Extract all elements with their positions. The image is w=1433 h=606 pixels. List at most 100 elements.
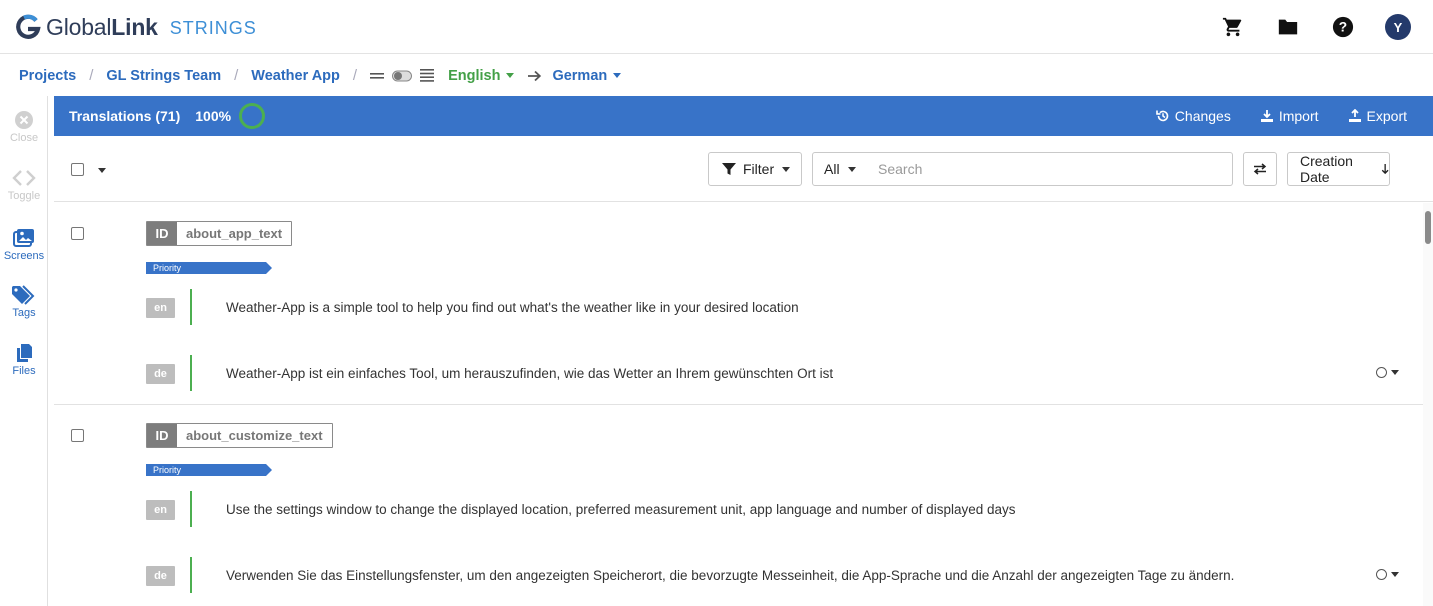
list-lines-icon: [420, 69, 435, 82]
string-id-tag: ID about_app_text: [146, 221, 293, 246]
sidebar-item-toggle[interactable]: Toggle: [0, 168, 48, 202]
breadcrumb-separator: /: [89, 67, 94, 84]
sidebar-item-label: Screens: [3, 250, 45, 262]
scrollbar-track[interactable]: [1423, 203, 1433, 606]
bulk-actions-dropdown[interactable]: [98, 168, 106, 173]
translations-count: Translations (71): [69, 108, 181, 124]
files-icon: [17, 344, 32, 362]
cart-button[interactable]: [1220, 14, 1246, 40]
sidebar-item-tags[interactable]: Tags: [0, 285, 48, 319]
export-button[interactable]: Export: [1348, 108, 1407, 124]
chevron-down-icon: [506, 73, 515, 78]
source-segment-marker: [190, 491, 192, 527]
logo-text-link: Link: [111, 13, 158, 40]
priority-tag[interactable]: Priority: [146, 464, 272, 476]
logo-text: GlobalLink: [46, 14, 158, 41]
help-icon: ?: [1332, 16, 1354, 38]
header-actions: ? Y: [1191, 14, 1411, 40]
status-circle-icon: [1376, 367, 1387, 378]
chevron-down-icon: [1391, 370, 1399, 375]
source-text: Weather-App is a simple tool to help you…: [226, 300, 799, 315]
history-icon: [1155, 110, 1169, 122]
breadcrumb-separator: /: [234, 67, 239, 84]
select-all-checkbox[interactable]: [71, 163, 84, 176]
progress-percentage: 100%: [195, 108, 232, 124]
target-language-label: German: [552, 67, 608, 84]
row-checkbox[interactable]: [71, 227, 84, 240]
sort-label: Creation Date: [1300, 153, 1353, 185]
breadcrumb-projects[interactable]: Projects: [19, 68, 76, 84]
view-mode-switch[interactable]: [392, 70, 413, 82]
target-segment-marker: [190, 557, 192, 593]
changes-button[interactable]: Changes: [1155, 108, 1231, 124]
folder-button[interactable]: [1275, 14, 1301, 40]
priority-tag[interactable]: Priority: [146, 262, 272, 274]
top-header: GlobalLink STRINGS ? Y: [0, 0, 1433, 54]
chevron-down-icon: [847, 166, 856, 172]
target-text[interactable]: Weather-App ist ein einfaches Tool, um h…: [226, 366, 833, 381]
logo-subtitle: STRINGS: [169, 18, 257, 38]
status-dropdown[interactable]: [1376, 367, 1399, 378]
toggle-switch-icon: [392, 70, 413, 81]
export-label: Export: [1366, 108, 1407, 124]
chevron-down-icon: [1391, 572, 1399, 577]
search-input[interactable]: [866, 152, 1233, 186]
sidebar-item-label: Tags: [12, 307, 36, 319]
close-circle-icon: [15, 111, 33, 129]
row-checkbox[interactable]: [71, 429, 84, 442]
user-avatar[interactable]: Y: [1385, 14, 1411, 40]
target-lang-badge: de: [146, 364, 175, 384]
string-id-tag: ID about_customize_text: [146, 423, 333, 448]
scope-dropdown[interactable]: All: [812, 152, 867, 186]
expanded-view-toggle[interactable]: [420, 69, 435, 82]
sidebar-item-label: Files: [12, 365, 36, 377]
sidebar-item-close[interactable]: Close: [0, 110, 48, 144]
string-id: about_app_text: [177, 222, 292, 245]
string-row: ID about_app_text Priority en Weather-Ap…: [54, 203, 1423, 405]
filter-icon: [722, 163, 736, 175]
source-language-dropdown[interactable]: English: [448, 68, 515, 84]
progress-ring-icon: [239, 103, 266, 129]
sidebar-item-screens[interactable]: Screens: [0, 228, 48, 262]
filter-button[interactable]: Filter: [708, 152, 802, 186]
breadcrumb-separator: /: [352, 67, 358, 84]
swap-arrows-icon: [1253, 163, 1267, 175]
import-button[interactable]: Import: [1260, 108, 1319, 124]
compact-view-toggle[interactable]: [370, 71, 385, 81]
target-lang-badge: de: [146, 566, 175, 586]
sidebar-item-label: Close: [9, 132, 39, 144]
string-id: about_customize_text: [177, 424, 332, 447]
folder-icon: [1278, 19, 1298, 35]
list-toolbar: Filter All Creation Date: [54, 136, 1433, 202]
globallink-g-icon: [16, 14, 41, 39]
breadcrumb-project[interactable]: Weather App: [251, 68, 340, 84]
swap-languages-button[interactable]: [1243, 152, 1277, 186]
arrow-right-icon: [528, 70, 542, 82]
target-language-dropdown[interactable]: German: [552, 67, 622, 84]
chevron-down-icon: [613, 73, 622, 78]
status-dropdown[interactable]: [1376, 569, 1399, 580]
sidebar-item-label: Toggle: [7, 190, 41, 202]
string-list: ID about_app_text Priority en Weather-Ap…: [54, 203, 1423, 606]
breadcrumb-team[interactable]: GL Strings Team: [106, 68, 221, 84]
source-segment-marker: [190, 289, 192, 325]
cart-icon: [1222, 17, 1242, 37]
status-circle-icon: [1376, 569, 1387, 580]
import-label: Import: [1278, 108, 1319, 124]
help-button[interactable]: ?: [1330, 14, 1356, 40]
scrollbar-thumb[interactable]: [1425, 211, 1431, 244]
chevron-down-icon: [782, 166, 791, 172]
source-lang-badge: en: [146, 500, 175, 520]
bluebar-actions: Changes Import Export: [1127, 96, 1407, 136]
sidebar-item-files[interactable]: Files: [0, 343, 48, 377]
import-icon: [1260, 110, 1273, 122]
export-icon: [1348, 109, 1361, 122]
app-logo[interactable]: GlobalLink STRINGS: [14, 12, 257, 42]
translations-header-bar: Translations (71) 100% Changes Import Ex…: [54, 96, 1433, 136]
arrow-down-icon: [1381, 164, 1389, 175]
sort-dropdown[interactable]: Creation Date: [1287, 152, 1390, 186]
id-label: ID: [147, 222, 177, 245]
filter-label: Filter: [743, 161, 775, 177]
tags-icon: [12, 285, 35, 305]
target-text[interactable]: Verwenden Sie das Einstellungsfenster, u…: [226, 568, 1234, 583]
